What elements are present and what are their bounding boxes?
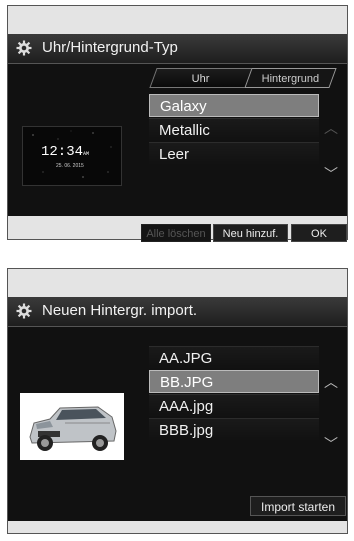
delete-all-button[interactable]: Alle löschen	[141, 224, 211, 242]
title-bar: Uhr/Hintergrund-Typ	[8, 34, 347, 64]
import-wallpaper-panel: Neuen Hintergr. import. AA.JPG BB.JPG AA…	[7, 268, 348, 534]
page-title: Neuen Hintergr. import.	[42, 302, 198, 319]
car-image-preview	[20, 393, 124, 460]
clock-date: 25. 06. 2015	[56, 163, 84, 169]
car-illustration	[29, 406, 117, 451]
list-item-bb-jpg[interactable]: BB.JPG	[149, 370, 319, 393]
tab-clock[interactable]: Uhr	[149, 68, 252, 88]
tab-bar: Uhr Hintergrund	[149, 68, 343, 88]
list-item-metallic[interactable]: Metallic	[149, 118, 319, 141]
list-item-bbb-jpg[interactable]: BBB.jpg	[149, 418, 319, 441]
add-new-button[interactable]: Neu hinzuf.	[213, 224, 288, 242]
list-item-aaa-jpg[interactable]: AAA.jpg	[149, 394, 319, 417]
start-import-button[interactable]: Import starten	[250, 496, 346, 516]
clock-wallpaper-type-panel: Uhr/Hintergrund-Typ Uhr Hintergrund Gala…	[7, 5, 348, 242]
list-item-leer[interactable]: Leer	[149, 142, 319, 165]
chevron-down-icon[interactable]: ﹀	[324, 434, 338, 454]
background-list: Galaxy Metallic Leer	[149, 94, 319, 166]
chevron-up-icon[interactable]: ︿	[324, 372, 338, 392]
list-item-aa-jpg[interactable]: AA.JPG	[149, 346, 319, 369]
file-list: AA.JPG BB.JPG AAA.jpg BBB.jpg	[149, 346, 319, 442]
gear-icon	[16, 40, 32, 56]
page-title: Uhr/Hintergrund-Typ	[42, 39, 178, 56]
ok-button[interactable]: OK	[291, 224, 347, 242]
title-bar: Neuen Hintergr. import.	[8, 297, 347, 327]
clock-time: 12:34AM	[41, 144, 90, 160]
chevron-down-icon[interactable]: ﹀	[324, 164, 338, 184]
gear-icon	[16, 303, 32, 319]
list-item-galaxy[interactable]: Galaxy	[149, 94, 319, 117]
tab-background[interactable]: Hintergrund	[244, 68, 337, 88]
chevron-up-icon[interactable]: ︿	[324, 118, 338, 138]
clock-preview: 12:34AM 25. 06. 2015	[22, 126, 122, 186]
